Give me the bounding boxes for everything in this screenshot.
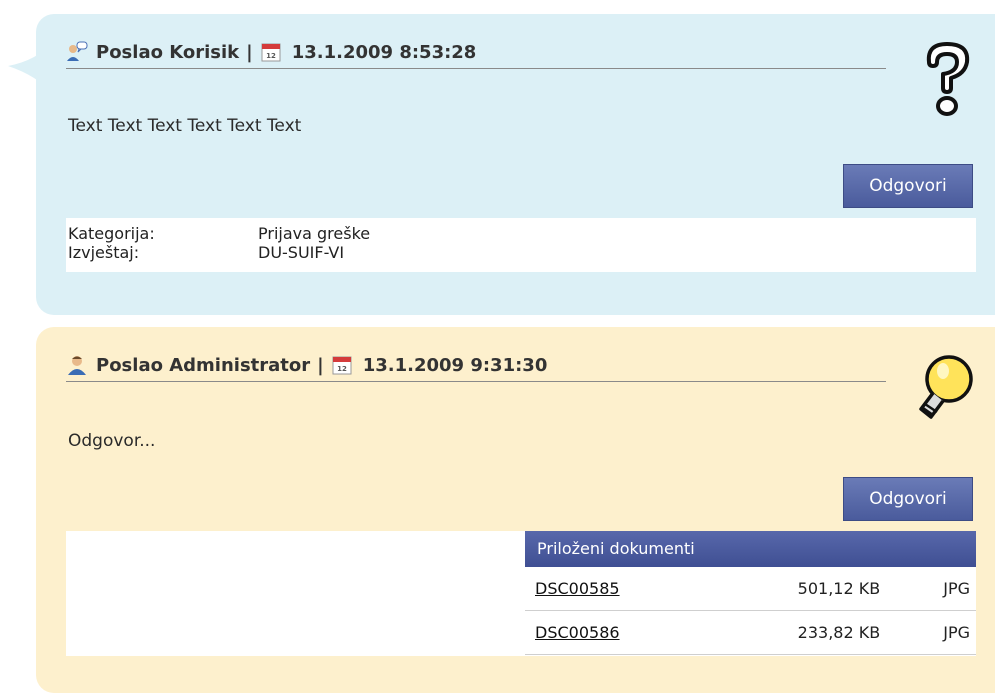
admin-user-icon	[66, 354, 88, 376]
attachments-panel: Priloženi dokumenti DSC00585 501,12 KB J…	[66, 531, 976, 656]
svg-text:12: 12	[266, 52, 276, 60]
meta-row-category: Kategorija: Prijava greške	[66, 224, 976, 243]
speech-bubble-tail	[8, 42, 52, 94]
post-meta: Kategorija: Prijava greške Izvještaj: DU…	[66, 218, 976, 272]
post-message: Text Text Text Text Text Text	[68, 116, 302, 136]
post-header: Poslao Korisik | 12 13.1.2009 8:53:28	[66, 36, 886, 69]
user-speech-icon	[66, 41, 88, 63]
attachment-size: 233,82 KB	[797, 623, 881, 642]
lightbulb-icon	[913, 351, 975, 435]
attachment-type: JPG	[943, 579, 970, 598]
meta-value: DU-SUIF-VI	[258, 243, 345, 262]
attachment-size: 501,12 KB	[797, 579, 881, 598]
author-name: Poslao Korisik	[96, 41, 240, 63]
admin-post: Poslao Administrator | 12 13.1.2009 9:31…	[36, 327, 995, 693]
header-separator: |	[317, 354, 324, 376]
author-name: Poslao Administrator	[96, 354, 311, 376]
user-post: Poslao Korisik | 12 13.1.2009 8:53:28 Te…	[8, 14, 995, 315]
attachments-header: Priloženi dokumenti	[525, 531, 976, 567]
attachments-table: Priloženi dokumenti DSC00585 501,12 KB J…	[525, 531, 976, 655]
calendar-icon: 12	[331, 354, 353, 376]
meta-key: Kategorija:	[68, 224, 155, 243]
meta-row-report: Izvještaj: DU-SUIF-VI	[66, 243, 976, 262]
calendar-icon: 12	[260, 41, 282, 63]
attachment-row: DSC00585 501,12 KB JPG	[525, 567, 976, 611]
attachment-type: JPG	[943, 623, 970, 642]
reply-button[interactable]: Odgovori	[843, 164, 973, 208]
reply-button[interactable]: Odgovori	[843, 477, 973, 521]
header-separator: |	[246, 41, 253, 63]
post-header: Poslao Administrator | 12 13.1.2009 9:31…	[66, 349, 886, 382]
post-message: Odgovor...	[68, 431, 156, 451]
post-datetime: 13.1.2009 9:31:30	[362, 354, 548, 376]
post-datetime: 13.1.2009 8:53:28	[291, 41, 477, 63]
attachment-link[interactable]: DSC00585	[525, 579, 770, 598]
svg-text:12: 12	[337, 365, 347, 373]
meta-value: Prijava greške	[258, 224, 371, 243]
attachment-link[interactable]: DSC00586	[525, 623, 770, 642]
attachment-row: DSC00586 233,82 KB JPG	[525, 611, 976, 655]
question-mark-icon	[917, 40, 975, 122]
meta-key: Izvještaj:	[68, 243, 140, 262]
